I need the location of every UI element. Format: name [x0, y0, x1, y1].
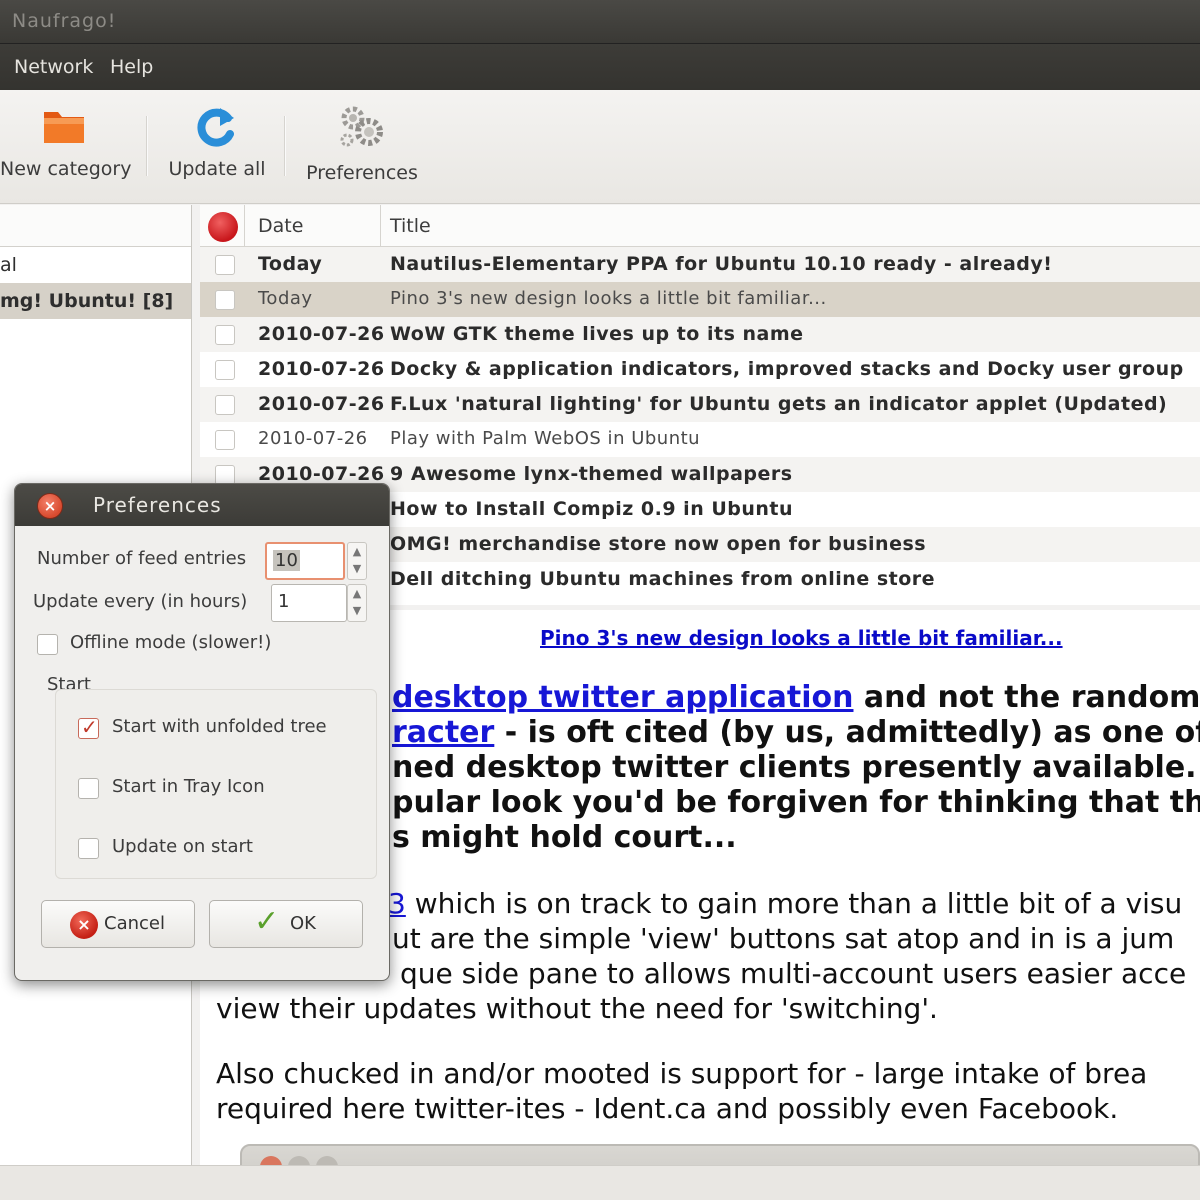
update-every-label: Update every (in hours)	[33, 591, 248, 612]
dialog-title: Preferences	[93, 493, 222, 517]
new-category-button[interactable]: New category	[0, 104, 132, 180]
feed-entry-row[interactable]: Today Pino 3's new design looks a little …	[200, 282, 1200, 317]
feed-entries-input[interactable]: 10	[265, 542, 345, 580]
feed-entry-row[interactable]: 2010-07-26 Play with Palm WebOS in Ubuntu	[200, 422, 1200, 457]
update-every-stepper[interactable]: ▲ ▼	[347, 584, 367, 622]
feed-entry-date: Today	[258, 288, 313, 309]
feed-entry-date: 2010-07-26	[258, 463, 385, 485]
refresh-icon	[197, 108, 234, 147]
feed-entry-title: Pino 3's new design looks a little bit f…	[390, 288, 827, 309]
article-screenshot-image	[240, 1144, 1200, 1165]
article-inline-link[interactable]: racter	[392, 715, 494, 750]
article-paragraph: Also chucked in and/or mooted is support…	[216, 1056, 1147, 1126]
window-max-dot	[316, 1156, 338, 1165]
category-tree-header	[0, 205, 191, 247]
feed-entry-row[interactable]: Today Nautilus-Elementary PPA for Ubuntu …	[200, 247, 1200, 282]
window-min-dot	[288, 1156, 310, 1165]
tray-icon-label: Start in Tray Icon	[112, 776, 265, 797]
article-text: Also chucked in and/or mooted is support…	[216, 1057, 1148, 1090]
update-on-start-checkbox[interactable]	[78, 838, 99, 859]
status-bar	[0, 1165, 1200, 1200]
tray-icon-checkbox[interactable]	[78, 778, 99, 799]
unfolded-tree-label: Start with unfolded tree	[112, 716, 327, 737]
feed-entry-title: WoW GTK theme lives up to its name	[390, 323, 804, 345]
column-separator	[380, 205, 381, 247]
feed-entries-stepper[interactable]: ▲ ▼	[347, 542, 367, 580]
feed-entry-row[interactable]: 2010-07-26 WoW GTK theme lives up to its …	[200, 317, 1200, 352]
unfolded-tree-checkbox[interactable]	[78, 715, 99, 739]
update-all-label: Update all	[168, 158, 266, 180]
feed-entry-title: 9 Awesome lynx-themed wallpapers	[390, 463, 793, 485]
window-titlebar: Naufrago!	[0, 0, 1200, 44]
feed-entry-title: How to Install Compiz 0.9 in Ubuntu	[390, 498, 794, 520]
feed-entry-row[interactable]: 2010-07-26 Docky & application indicators…	[200, 352, 1200, 387]
article-text: required here twitter-ites - Ident.ca an…	[216, 1092, 1119, 1125]
menu-network[interactable]: Network	[14, 56, 93, 78]
article-title-link[interactable]: Pino 3's new design looks a little bit f…	[540, 626, 1063, 650]
article-text: view their updates without the need for …	[216, 992, 938, 1025]
feed-entry-date: 2010-07-26	[258, 358, 385, 380]
menu-help[interactable]: Help	[110, 56, 153, 78]
offline-mode-checkbox[interactable]	[37, 634, 58, 655]
read-checkbox[interactable]	[215, 255, 235, 275]
feed-entry-title: F.Lux 'natural lighting' for Ubuntu gets…	[390, 393, 1168, 415]
article-text: - is oft cited (by us, admittedly) as on…	[494, 715, 1200, 750]
preferences-dialog: × Preferences Number of feed entries 10 …	[14, 483, 390, 981]
article-text: and not the random	[853, 680, 1200, 715]
feed-entry-date: Today	[258, 253, 323, 275]
feed-entry-date: 2010-07-26	[258, 428, 368, 449]
column-separator	[244, 205, 245, 247]
article-text: which is on track to gain more than a li…	[405, 887, 1183, 920]
feed-entry-title: Docky & application indicators, improved…	[390, 358, 1184, 380]
read-checkbox[interactable]	[215, 325, 235, 345]
read-checkbox[interactable]	[215, 430, 235, 450]
close-icon[interactable]: ×	[37, 493, 63, 519]
category-item[interactable]: al	[0, 247, 191, 283]
menu-bar: Network Help	[0, 44, 1200, 90]
read-checkbox[interactable]	[215, 465, 235, 485]
feed-entry-title: Dell ditching Ubuntu machines from onlin…	[390, 568, 936, 590]
feed-entries-label: Number of feed entries	[37, 548, 247, 569]
toolbar-separator	[146, 116, 148, 176]
check-icon: ✓	[254, 904, 280, 939]
category-item-selected[interactable]: mg! Ubuntu! [8]	[0, 283, 191, 319]
column-header-title[interactable]: Title	[390, 215, 431, 237]
feed-entry-date: 2010-07-26	[258, 323, 385, 345]
cancel-button-label: Cancel	[104, 913, 165, 934]
offline-mode-label: Offline mode (slower!)	[70, 632, 272, 653]
cancel-button[interactable]: × Cancel	[41, 900, 195, 948]
dialog-titlebar: × Preferences	[15, 484, 389, 526]
read-checkbox[interactable]	[215, 360, 235, 380]
window-title: Naufrago!	[12, 10, 117, 32]
gears-icon	[340, 106, 383, 147]
read-checkbox[interactable]	[215, 395, 235, 415]
read-checkbox[interactable]	[215, 290, 235, 310]
update-every-value: 1	[278, 591, 290, 612]
article-inline-link[interactable]: desktop twitter application	[392, 680, 853, 715]
preferences-button[interactable]: Preferences	[302, 104, 422, 184]
article-inline-link[interactable]: 3	[388, 887, 406, 920]
window-close-dot	[260, 1156, 282, 1165]
folder-icon	[44, 112, 84, 143]
new-category-label: New category	[0, 158, 132, 180]
feed-entry-title: Play with Palm WebOS in Ubuntu	[390, 428, 701, 449]
ok-button-label: OK	[290, 913, 316, 934]
feed-entry-title: OMG! merchandise store now open for busi…	[390, 533, 927, 555]
update-on-start-label: Update on start	[112, 836, 253, 857]
cancel-icon: ×	[70, 911, 98, 939]
update-all-button[interactable]: Update all	[165, 104, 269, 180]
feed-list-header: Date Title	[200, 205, 1200, 247]
column-header-date[interactable]: Date	[258, 215, 303, 237]
feed-entries-value: 10	[273, 550, 300, 571]
toolbar: New category Update all Preferences	[0, 90, 1200, 204]
toolbar-separator	[284, 116, 286, 176]
ok-button[interactable]: ✓ OK	[209, 900, 363, 948]
feed-entry-date: 2010-07-26	[258, 393, 385, 415]
read-status-icon[interactable]	[208, 212, 238, 242]
preferences-label: Preferences	[306, 162, 418, 184]
start-options-frame: Start with unfolded tree Start in Tray I…	[55, 689, 377, 879]
update-every-input[interactable]: 1	[271, 584, 347, 622]
feed-entry-title: Nautilus-Elementary PPA for Ubuntu 10.10…	[390, 253, 1053, 275]
feed-entry-row[interactable]: 2010-07-26 F.Lux 'natural lighting' for U…	[200, 387, 1200, 422]
